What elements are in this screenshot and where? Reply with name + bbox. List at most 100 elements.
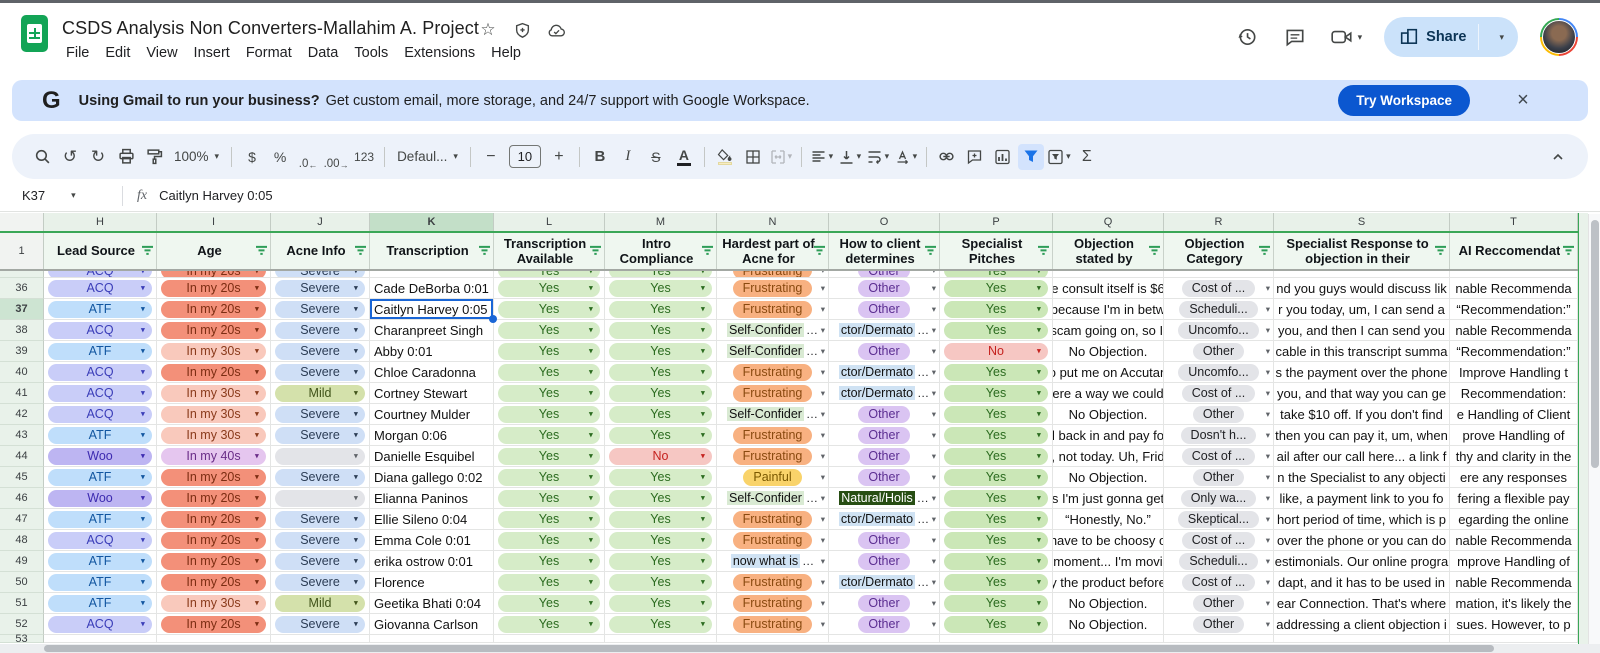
cell-L38[interactable]: Yes ▾ xyxy=(494,320,605,341)
chevron-down-icon[interactable]: ▾ xyxy=(932,346,936,357)
dropdown-chip[interactable]: In my 20s ▾ xyxy=(161,468,266,486)
cell-J42[interactable]: Severe ▾ xyxy=(271,404,370,425)
column-header-M[interactable]: M xyxy=(605,213,717,231)
dropdown-chip[interactable]: Yes ▾ xyxy=(944,531,1048,549)
share-button[interactable]: Share ▾ xyxy=(1384,17,1518,57)
cell-H37[interactable]: ATF ▾ xyxy=(44,299,157,320)
italic-icon[interactable]: I xyxy=(615,144,641,170)
chevron-down-icon[interactable]: ▾ xyxy=(1266,472,1270,483)
spreadsheet-grid[interactable]: H I J K L M N O P Q R S T 1 Lead Source Age Acne Info Tra… xyxy=(0,213,1600,653)
undo-icon[interactable]: ↺ xyxy=(57,144,83,170)
cell-H36[interactable]: ACQ ▾ xyxy=(44,278,157,299)
strikethrough-icon[interactable]: S xyxy=(643,144,669,170)
cell-Q49[interactable]: moment... I'm movi xyxy=(1053,551,1164,572)
cell-P43[interactable]: Yes ▾ xyxy=(940,425,1053,446)
cell-M49[interactable]: Yes ▾ xyxy=(605,551,717,572)
chevron-down-icon[interactable]: ▾ xyxy=(932,493,936,504)
dropdown-chip[interactable]: Other xyxy=(858,468,910,486)
dropdown-chip[interactable]: Other xyxy=(858,300,910,318)
chevron-down-icon[interactable]: ▾ xyxy=(821,271,825,276)
cell-Q50[interactable]: y the product before xyxy=(1053,572,1164,593)
cell-T49[interactable]: mprove Handling of xyxy=(1450,551,1578,572)
cell-P48[interactable]: Yes ▾ xyxy=(940,530,1053,551)
cell-L53[interactable] xyxy=(494,635,605,643)
cell-M39[interactable]: Yes ▾ xyxy=(605,341,717,362)
menu-item-file[interactable]: File xyxy=(58,43,97,63)
number-format-icon[interactable]: 123 xyxy=(351,144,377,170)
dropdown-chip[interactable]: Only wa... xyxy=(1180,489,1257,507)
dropdown-chip[interactable]: Severe ▾ xyxy=(275,342,365,360)
dropdown-chip[interactable]: ▾ xyxy=(275,447,365,465)
chevron-down-icon[interactable]: ▾ xyxy=(932,304,936,315)
cell-Q51[interactable]: No Objection. xyxy=(1053,593,1164,614)
chevron-down-icon[interactable]: ▾ xyxy=(1266,598,1270,609)
chevron-down-icon[interactable]: ▾ xyxy=(932,271,936,276)
chevron-down-icon[interactable]: ▾ xyxy=(932,409,936,420)
cell-K42[interactable]: Courtney Mulder xyxy=(370,404,494,425)
cell-R38[interactable]: Uncomfo... ▾ xyxy=(1164,320,1274,341)
dropdown-chip[interactable]: Yes ▾ xyxy=(498,573,600,591)
cell-M51[interactable]: Yes ▾ xyxy=(605,593,717,614)
vertical-scrollbar-thumb[interactable] xyxy=(1591,220,1599,468)
cell-R35[interactable] xyxy=(1164,271,1274,278)
dropdown-chip[interactable]: Severe ▾ xyxy=(275,468,365,486)
cell-S51[interactable]: ear Connection. That's where xyxy=(1274,593,1450,614)
cell-O44[interactable]: Other ▾ xyxy=(829,446,940,467)
cell-K35[interactable] xyxy=(370,271,494,278)
decrease-font-size-icon[interactable]: − xyxy=(478,144,504,170)
chevron-down-icon[interactable]: ▾ xyxy=(821,430,825,441)
redo-icon[interactable]: ↻ xyxy=(85,144,111,170)
dropdown-chip[interactable]: Severe ▾ xyxy=(275,552,365,570)
cell-Q47[interactable]: “Honestly, No.” xyxy=(1053,509,1164,530)
cell-H40[interactable]: ACQ ▾ xyxy=(44,362,157,383)
dropdown-chip[interactable]: No ▾ xyxy=(609,447,712,465)
filter-funnel-icon[interactable] xyxy=(354,243,367,258)
column-header-R[interactable]: R xyxy=(1164,213,1274,231)
cell-H44[interactable]: Woo ▾ xyxy=(44,446,157,467)
dropdown-chip[interactable]: Cost of ... xyxy=(1181,531,1256,549)
dropdown-chip[interactable]: Other xyxy=(1192,594,1245,612)
cell-L51[interactable]: Yes ▾ xyxy=(494,593,605,614)
cell-I43[interactable]: In my 30s ▾ xyxy=(157,425,271,446)
cell-S37[interactable]: r you today, um, I can send a xyxy=(1274,299,1450,320)
dropdown-chip[interactable]: Severe ▾ xyxy=(275,531,365,549)
banner-close-icon[interactable]: × xyxy=(1510,87,1536,113)
functions-icon[interactable]: Σ xyxy=(1074,144,1100,170)
dropdown-chip[interactable]: Yes ▾ xyxy=(498,552,600,570)
cell-H49[interactable]: ATF ▾ xyxy=(44,551,157,572)
cell-S35[interactable] xyxy=(1274,271,1450,278)
dropdown-chip[interactable]: In my 20s ▾ xyxy=(161,531,266,549)
formula-input[interactable]: Caitlyn Harvey 0:05 xyxy=(159,188,272,203)
row-header-51[interactable]: 51 xyxy=(0,593,44,614)
chevron-down-icon[interactable]: ▾ xyxy=(821,493,825,504)
vertical-scrollbar[interactable] xyxy=(1588,214,1600,644)
dropdown-chip[interactable]: Yes ▾ xyxy=(498,615,600,633)
cell-S44[interactable]: ail after our call here... a link f xyxy=(1274,446,1450,467)
text-color-icon[interactable]: A xyxy=(671,144,697,170)
header-cell-K1[interactable]: Transcription xyxy=(370,233,494,269)
cell-J36[interactable]: Severe ▾ xyxy=(271,278,370,299)
cell-O48[interactable]: Other ▾ xyxy=(829,530,940,551)
cell-L49[interactable]: Yes ▾ xyxy=(494,551,605,572)
cell-S47[interactable]: hort period of time, which is p xyxy=(1274,509,1450,530)
chevron-down-icon[interactable]: ▾ xyxy=(1266,535,1270,546)
cell-J47[interactable]: Severe ▾ xyxy=(271,509,370,530)
dropdown-chip[interactable]: In my 30s ▾ xyxy=(161,594,266,612)
cell-R51[interactable]: Other ▾ xyxy=(1164,593,1274,614)
insert-chart-icon[interactable] xyxy=(990,144,1016,170)
header-cell-H1[interactable]: Lead Source xyxy=(44,233,157,269)
dropdown-chip[interactable]: Other xyxy=(858,279,910,297)
dropdown-chip[interactable]: Frustrating xyxy=(732,384,813,402)
dropdown-chip[interactable]: Other xyxy=(858,426,910,444)
dropdown-chip[interactable]: Other xyxy=(858,342,910,360)
cell-P40[interactable]: Yes ▾ xyxy=(940,362,1053,383)
cell-P45[interactable]: Yes ▾ xyxy=(940,467,1053,488)
search-icon[interactable] xyxy=(29,144,55,170)
cell-T51[interactable]: mation, it's likely the xyxy=(1450,593,1578,614)
cell-R42[interactable]: Other ▾ xyxy=(1164,404,1274,425)
dropdown-chip[interactable]: In my 20s ▾ xyxy=(161,552,266,570)
cell-P42[interactable]: Yes ▾ xyxy=(940,404,1053,425)
cell-L45[interactable]: Yes ▾ xyxy=(494,467,605,488)
dropdown-chip[interactable]: ▾ xyxy=(275,489,365,507)
dropdown-chip[interactable]: Severe ▾ xyxy=(275,279,365,297)
